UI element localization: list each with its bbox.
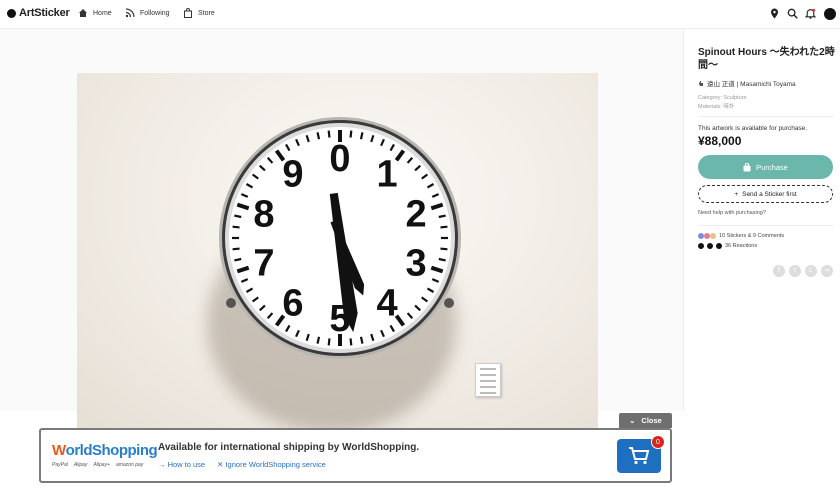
close-label: Close — [641, 416, 662, 425]
clock-tick — [316, 336, 321, 344]
nav-store[interactable]: Store — [183, 8, 215, 18]
twitter-icon[interactable]: t — [789, 265, 801, 277]
rss-icon — [125, 8, 135, 18]
how-to-use-link[interactable]: → How to use — [158, 460, 205, 469]
clock-numeral: 1 — [376, 153, 397, 195]
clock-tick — [438, 257, 446, 262]
stickers-text: 10 Stickers & 9 Comments — [719, 233, 785, 239]
shopping-bag-icon — [743, 162, 751, 171]
plus-icon: + — [734, 190, 739, 198]
clock-tick — [440, 247, 448, 251]
purchase-label: Purchase — [756, 162, 788, 172]
nav-store-label: Store — [198, 9, 215, 17]
artwork-sidebar: Spinout Hours 〜失われた2時間〜 遠山 正道 | Masamich… — [683, 29, 840, 411]
availability-text: This artwork is available for purchase. — [698, 125, 808, 132]
paypal-label: PayPal — [52, 462, 68, 468]
artwork-title: Spinout Hours 〜失われた2時間〜 — [698, 47, 835, 71]
send-sticker-label: Send a Sticker first — [742, 190, 797, 198]
logo-text: ArtSticker — [19, 7, 70, 19]
alipay-label: Alipay — [73, 462, 88, 468]
logo-dot-icon — [7, 8, 16, 18]
clock-numeral: 9 — [282, 153, 303, 195]
worldshopping-links: → How to use ✕ Ignore WorldShopping serv… — [158, 460, 326, 469]
clock-numeral: 7 — [253, 243, 274, 285]
artwork-materials: Materials: 時計 — [698, 104, 735, 110]
search-icon[interactable] — [787, 8, 798, 19]
clock-tick — [232, 247, 240, 251]
clock-numeral: 2 — [406, 193, 427, 235]
divider — [698, 116, 833, 117]
worldshopping-close-tab[interactable]: ⌄ Close — [619, 413, 672, 428]
alipayplus-label: Alipay+ — [93, 462, 111, 468]
clock-numeral: 0 — [329, 138, 350, 180]
purchase-help-link[interactable]: Need help with purchasing? — [698, 210, 766, 216]
clock-numeral: 4 — [376, 283, 397, 325]
clock-tick — [349, 130, 353, 138]
nav-following-label: Following — [140, 9, 170, 17]
reactions-count[interactable]: 36 Reactions — [698, 243, 757, 249]
worldshopping-message: Available for international shipping by … — [158, 442, 420, 453]
clock-tick — [349, 338, 353, 346]
worldshopping-logo: WorldShopping — [52, 442, 158, 459]
clock-numeral: 8 — [253, 193, 274, 235]
artsticker-logo[interactable]: ArtSticker — [7, 7, 70, 19]
clock-tick — [440, 225, 448, 229]
clock-tick — [438, 214, 446, 219]
sticker-avatar — [710, 233, 716, 239]
chevron-down-icon: ⌄ — [629, 416, 636, 425]
line-icon[interactable]: L — [805, 265, 817, 277]
payment-methods: PayPal Alipay Alipay+ amazon pay — [52, 462, 143, 468]
reaction-icon — [716, 243, 722, 249]
reaction-icon — [707, 243, 713, 249]
nav-home[interactable]: Home — [78, 8, 112, 18]
reaction-icon — [698, 243, 704, 249]
artist-hand-icon — [699, 81, 703, 86]
location-pin-icon[interactable] — [769, 8, 780, 19]
facebook-icon[interactable]: f — [773, 265, 785, 277]
artwork-plaque — [475, 363, 501, 397]
reactions-text: 36 Reactions — [725, 243, 758, 249]
clock-tick — [327, 130, 331, 138]
divider — [698, 225, 833, 226]
clock-image: 0 123456789 — [219, 117, 461, 359]
clock-tick — [234, 257, 242, 262]
clock-numeral: 6 — [282, 283, 303, 325]
bell-icon[interactable] — [805, 8, 816, 19]
artwork-category: Category: Sculpture — [698, 95, 747, 101]
nav-home-label: Home — [93, 9, 112, 17]
top-bar: ArtSticker Home Following Store — [0, 0, 840, 29]
artwork-photo[interactable]: 0123456789 — [77, 73, 598, 429]
amazonpay-label: amazon pay — [116, 462, 144, 468]
ignore-worldshopping-link[interactable]: ✕ Ignore WorldShopping service — [217, 460, 326, 469]
artwork-stage: 0123456789 — [0, 29, 683, 429]
clock-tick — [316, 132, 321, 140]
home-icon — [79, 9, 87, 17]
user-avatar[interactable] — [824, 8, 836, 20]
price: ¥88,000 — [698, 134, 742, 148]
clock-numeral: 3 — [406, 243, 427, 285]
worldshopping-banner: WorldShopping PayPal Alipay Alipay+ amaz… — [39, 428, 672, 483]
purchase-button[interactable]: Purchase — [698, 155, 833, 179]
artist-link[interactable]: 遠山 正道 | Masamichi Toyama — [698, 78, 796, 88]
cart-count-badge: 0 — [651, 435, 665, 449]
clock-tick — [359, 132, 364, 140]
send-sticker-button[interactable]: + Send a Sticker first — [698, 185, 833, 203]
clock-tick — [232, 225, 240, 229]
bag-icon — [184, 8, 192, 18]
link-icon[interactable]: ∞ — [821, 265, 833, 277]
stickers-count[interactable]: 10 Stickers & 9 Comments — [698, 233, 784, 239]
cart-icon — [629, 447, 650, 465]
nav-following[interactable]: Following — [125, 8, 170, 18]
clock-tick — [234, 214, 242, 219]
artist-name: 遠山 正道 | Masamichi Toyama — [707, 81, 796, 88]
clock-tick — [359, 336, 364, 344]
